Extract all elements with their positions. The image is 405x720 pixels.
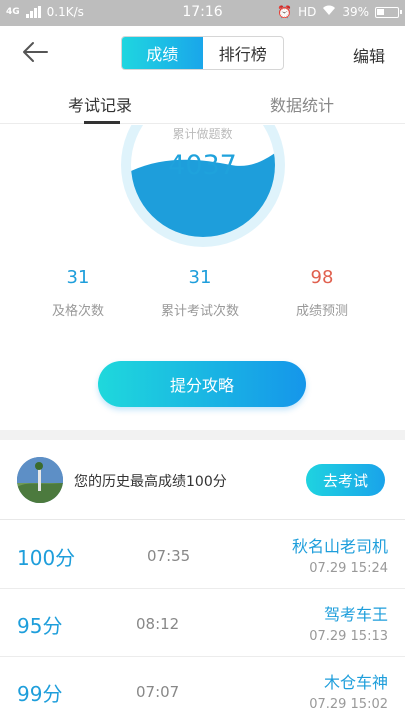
tab-leaderboard[interactable]: 排行榜 (203, 37, 284, 69)
status-bar: 4G 0.1K/s 17:16 ⏰ HD 39% (0, 0, 405, 26)
wifi-icon (322, 5, 336, 19)
tab-exam-records[interactable]: 考试记录 (68, 92, 132, 116)
header: 成绩 排行榜 编辑 (0, 26, 405, 78)
stat-exam-count: 31 (188, 267, 212, 288)
exam-record-row[interactable]: 99分 07:07 木仓车神 07.29 15:02 (0, 657, 405, 720)
stat-pass-count: 31 (66, 267, 90, 288)
record-title: 驾考车王 (323, 605, 388, 624)
record-title: 秋名山老司机 (291, 537, 388, 556)
active-tab-indicator (84, 121, 120, 124)
record-duration: 07:07 (136, 683, 180, 701)
hd-indicator: HD (298, 5, 317, 19)
record-time: 07.29 15:24 (309, 561, 388, 576)
edit-button[interactable]: 编辑 (353, 43, 385, 67)
exam-record-row[interactable]: 100分 07:35 秋名山老司机 07.29 15:24 (0, 521, 405, 589)
alarm-icon: ⏰ (277, 5, 293, 19)
gauge-value: 4037 (168, 150, 237, 181)
record-duration: 08:12 (136, 615, 180, 633)
gauge-label: 累计做题数 (172, 127, 233, 141)
gauge-section: 累计做题数 4037 (0, 125, 405, 255)
back-arrow-icon[interactable] (20, 40, 50, 64)
stat-prediction-label: 成绩预测 (295, 304, 348, 319)
score-page: 4G 0.1K/s 17:16 ⏰ HD 39% 成绩 排行榜 编辑 考试记录 … (0, 0, 405, 720)
stat-pass-label: 及格次数 (51, 304, 104, 319)
battery-icon (375, 6, 402, 18)
take-exam-button[interactable]: 去考试 (306, 464, 385, 496)
record-score: 95分 (17, 614, 63, 638)
record-score: 100分 (17, 546, 76, 570)
exam-record-row[interactable]: 95分 08:12 驾考车王 07.29 15:13 (0, 589, 405, 657)
tab-score[interactable]: 成绩 (122, 37, 203, 69)
record-title: 木仓车神 (323, 673, 388, 692)
record-score: 99分 (17, 682, 63, 706)
improve-score-button[interactable]: 提分攻略 (98, 361, 306, 407)
section-divider (0, 430, 405, 440)
tab-data-statistics[interactable]: 数据统计 (270, 92, 334, 116)
progress-gauge (121, 125, 285, 247)
sub-tabs: 考试记录 数据统计 (0, 78, 405, 124)
best-score-row: 您的历史最高成绩100分 去考试 (0, 440, 405, 520)
battery-percent: 39% (342, 5, 369, 19)
record-time: 07.29 15:02 (309, 697, 388, 712)
segmented-control: 成绩 排行榜 (121, 36, 284, 70)
record-duration: 07:35 (147, 547, 191, 565)
stat-exam-label: 累计考试次数 (160, 304, 239, 319)
stat-prediction: 98 (310, 267, 334, 288)
avatar (17, 457, 63, 503)
record-time: 07.29 15:13 (309, 629, 388, 644)
best-score-text: 您的历史最高成绩100分 (74, 474, 227, 490)
